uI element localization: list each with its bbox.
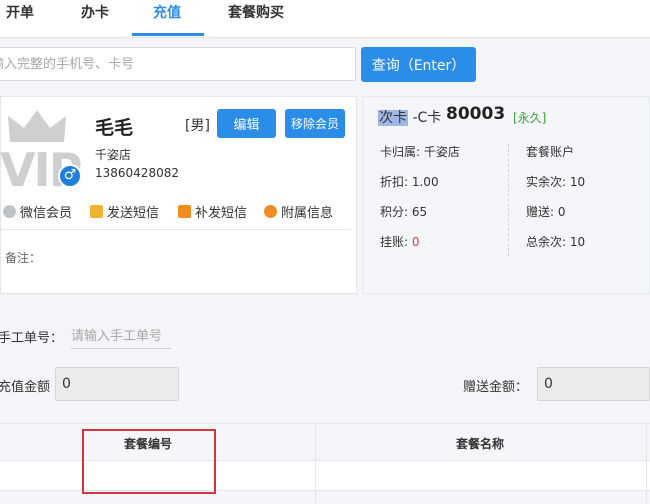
column-separator <box>646 424 647 504</box>
edit-member-button[interactable]: 编辑 <box>217 109 276 138</box>
manual-no-label: 手工单号： <box>0 331 64 346</box>
column-header-package-name[interactable]: 套餐名称 <box>456 435 504 452</box>
resend-sms-action[interactable]: 补发短信 <box>178 202 247 221</box>
message-icon <box>178 205 191 218</box>
package-account-label: 套餐账户 <box>526 145 575 159</box>
card-type: 次卡 -C卡 <box>378 107 441 127</box>
active-tab-indicator <box>132 33 204 36</box>
total-count-info: 总余次: 10 <box>526 233 585 250</box>
card-type-suffix: -C卡 <box>412 110 442 126</box>
attachment-icon <box>264 205 277 218</box>
discount-label: 折扣: <box>380 175 412 189</box>
male-icon: ♂ <box>58 164 82 188</box>
tab-apply-card[interactable]: 办卡 <box>81 0 109 35</box>
points-value: 65 <box>411 205 428 219</box>
wechat-member-action[interactable]: 微信会员 <box>3 202 72 221</box>
card-points-info: 积分: 65 <box>380 203 427 220</box>
gift-count-info: 赠送: 0 <box>526 203 566 220</box>
gift-amount-wrapper <box>537 367 650 401</box>
resend-sms-label: 补发短信 <box>195 206 248 221</box>
member-divider <box>0 229 351 230</box>
card-number: 80003 <box>446 104 506 124</box>
recharge-amount-wrapper <box>55 367 179 401</box>
recharge-amount-label: 充值金额 <box>0 380 51 395</box>
wechat-member-label: 微信会员 <box>20 206 73 221</box>
credit-label: 挂账: <box>380 235 412 249</box>
member-store: 千姿店 <box>95 148 132 162</box>
card-info-separator <box>508 144 509 256</box>
crown-icon <box>8 110 66 142</box>
gift-value: 0 <box>557 205 566 219</box>
manual-no-wrapper <box>71 324 171 349</box>
member-phone: 13860428082 <box>95 166 179 180</box>
points-label: 积分: <box>380 205 412 219</box>
member-gender: [男] <box>185 118 210 134</box>
card-validity: [永久] <box>513 111 547 125</box>
remaining-value: 10 <box>569 175 586 189</box>
extra-info-label: 附属信息 <box>281 206 334 221</box>
search-input[interactable] <box>0 48 355 80</box>
send-sms-action[interactable]: 发送短信 <box>90 202 159 221</box>
card-store-info: 卡归属: 千姿店 <box>380 143 460 160</box>
remaining-label: 实余次: <box>526 175 570 189</box>
manual-no-input[interactable] <box>71 324 171 348</box>
card-type-highlight: 次卡 <box>378 110 408 126</box>
gift-label: 赠送: <box>526 205 558 219</box>
card-discount-info: 折扣: 1.00 <box>380 173 439 190</box>
send-sms-label: 发送短信 <box>107 206 160 221</box>
extra-info-action[interactable]: 附属信息 <box>264 202 333 221</box>
tab-open-order[interactable]: 开单 <box>6 0 34 35</box>
remaining-count-info: 实余次: 10 <box>526 173 585 190</box>
card-credit-info: 挂账: 0 <box>380 233 420 250</box>
card-store-value: 千姿店 <box>423 145 460 159</box>
top-tab-bar: 开单 办卡 充值 套餐购买 <box>0 0 650 38</box>
recharge-amount-input[interactable] <box>56 368 178 400</box>
highlight-box <box>82 429 216 494</box>
wechat-icon <box>3 205 16 218</box>
tab-recharge[interactable]: 充值 <box>153 0 181 35</box>
card-store-label: 卡归属: <box>380 145 424 159</box>
member-name: 毛毛 <box>95 117 134 139</box>
credit-value: 0 <box>411 235 420 249</box>
discount-value: 1.00 <box>411 175 439 189</box>
column-separator <box>315 424 316 504</box>
gift-amount-label: 赠送金额： <box>463 380 529 395</box>
search-input-wrapper <box>0 47 356 81</box>
remark-label: 备注： <box>5 251 42 265</box>
total-value: 10 <box>569 235 586 249</box>
total-label: 总余次: <box>526 235 570 249</box>
gift-amount-input[interactable] <box>538 368 649 400</box>
query-button[interactable]: 查询（Enter） <box>361 47 476 82</box>
mail-icon <box>90 205 103 218</box>
tab-package-purchase[interactable]: 套餐购买 <box>228 0 284 35</box>
remove-member-button[interactable]: 移除会员 <box>285 109 345 138</box>
